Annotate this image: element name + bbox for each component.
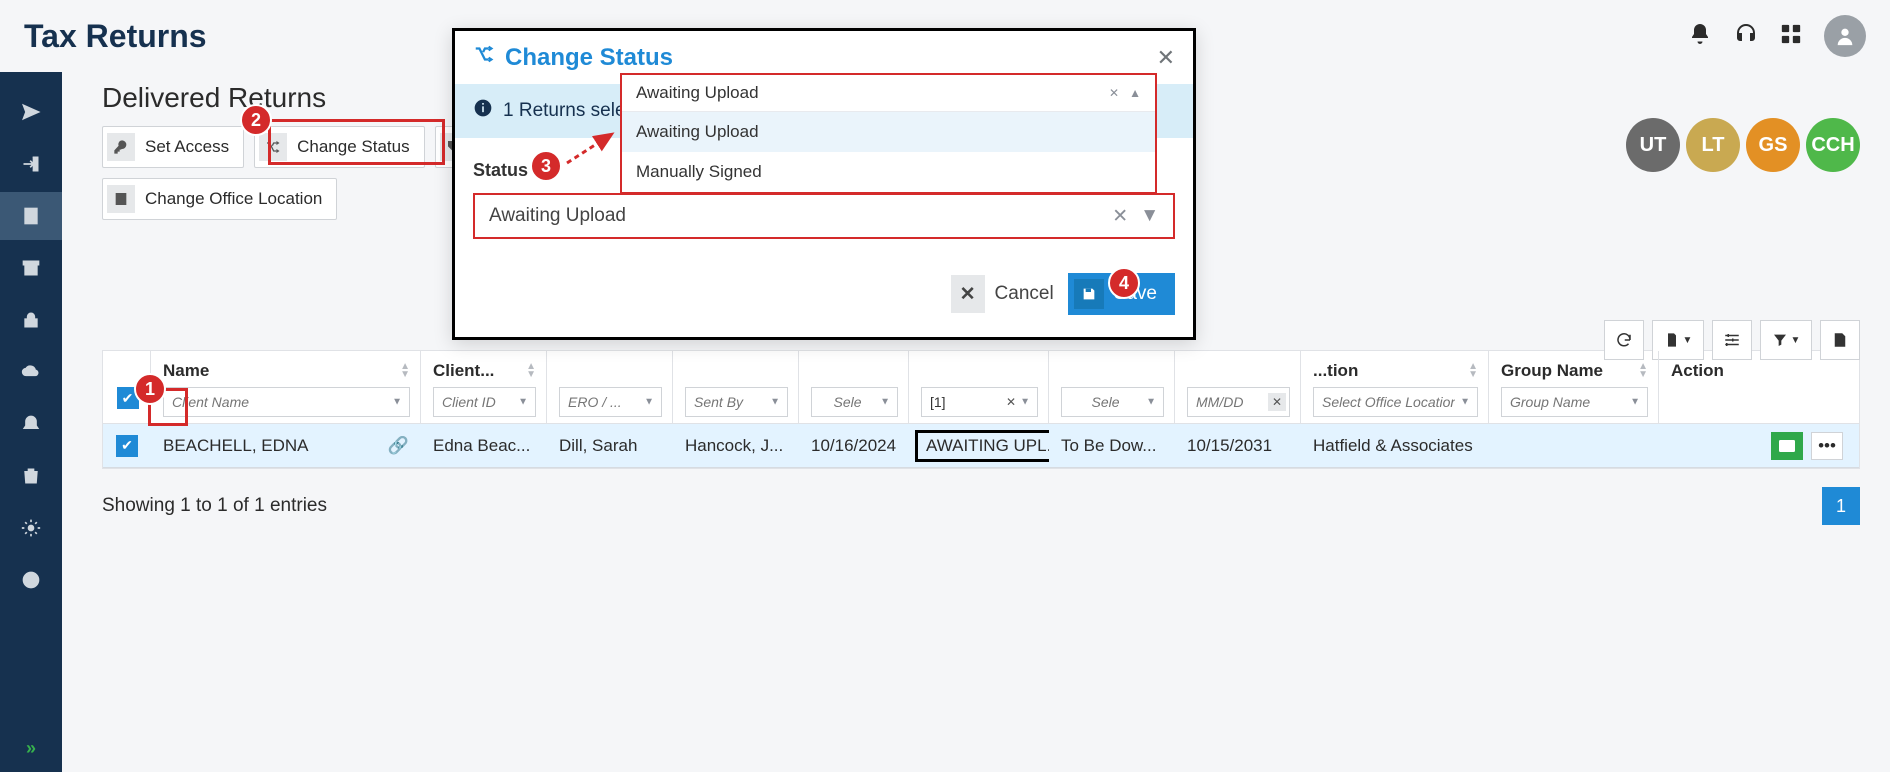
link-icon[interactable]: 🔗 <box>388 436 409 456</box>
set-access-label: Set Access <box>145 137 229 157</box>
col-name[interactable]: Name▲▼ ▼ <box>151 351 421 423</box>
rail-help-icon[interactable] <box>0 556 62 604</box>
modal-title: Change Status <box>473 43 673 72</box>
status-select[interactable]: Awaiting Upload ✕ ▼ <box>473 193 1175 239</box>
rail-lock-icon[interactable] <box>0 296 62 344</box>
change-office-label: Change Office Location <box>145 189 322 209</box>
rail-cloud-icon[interactable] <box>0 348 62 396</box>
col-group-label: Group Name <box>1501 361 1603 381</box>
rail-trash-icon[interactable] <box>0 452 62 500</box>
clear-select-icon[interactable]: ✕ <box>1112 205 1128 228</box>
rail-send-icon[interactable] <box>0 88 62 136</box>
col-office[interactable]: ...tion▲▼ ▼ <box>1301 351 1489 423</box>
avatar-ut[interactable]: UT <box>1626 118 1680 172</box>
change-status-label: Change Status <box>297 137 409 157</box>
col-group[interactable]: Group Name▲▼ ▼ <box>1489 351 1659 423</box>
rail-doc-icon[interactable] <box>0 192 62 240</box>
set-access-button[interactable]: Set Access <box>102 126 244 168</box>
info-icon <box>473 98 493 124</box>
filter-group[interactable] <box>1501 387 1648 417</box>
annotation-badge-4: 4 <box>1108 267 1140 299</box>
col-date[interactable]: ✕ <box>1175 351 1301 423</box>
col-client-label: Client... <box>433 361 494 381</box>
row-office: Hatfield & Associates <box>1301 436 1489 456</box>
avatar[interactable] <box>1824 15 1866 57</box>
x-icon: ✕ <box>951 275 985 313</box>
rail-enter-icon[interactable] <box>0 140 62 188</box>
col-action-label: Action <box>1671 361 1724 381</box>
row-card-button[interactable] <box>1771 432 1803 460</box>
avatar-gs[interactable]: GS <box>1746 118 1800 172</box>
dropdown-option[interactable]: Manually Signed <box>622 152 1155 192</box>
row-ero: Dill, Sarah <box>547 436 673 456</box>
rail-gear-icon[interactable] <box>0 504 62 552</box>
filter-office[interactable] <box>1313 387 1478 417</box>
row-actions: ••• <box>1659 432 1859 460</box>
annotation-arrow <box>562 128 622 168</box>
table-row[interactable]: ✔ BEACHELL, EDNA 🔗 Edna Beac... Dill, Sa… <box>103 424 1859 468</box>
clear-dd-icon[interactable]: ✕ <box>1109 86 1119 100</box>
row-more-button[interactable]: ••• <box>1811 432 1843 460</box>
dropdown-option[interactable]: Awaiting Upload <box>622 112 1155 152</box>
rail-expand-icon[interactable]: » <box>0 724 62 772</box>
status-selected-value: Awaiting Upload <box>489 205 626 227</box>
dropdown-search[interactable]: Awaiting Upload ✕ ▲ <box>622 75 1155 112</box>
row-date1: 10/16/2024 <box>799 436 909 456</box>
dropdown-search-text: Awaiting Upload <box>636 83 759 103</box>
change-status-button[interactable]: Change Status <box>254 126 424 168</box>
col-ero[interactable]: ▼ <box>547 351 673 423</box>
annotation-badge-3: 3 <box>530 150 562 182</box>
annotation-badge-1: 1 <box>134 373 166 405</box>
row-sentby: Hancock, J... <box>673 436 799 456</box>
building-icon <box>107 185 135 213</box>
grid-footer: Showing 1 to 1 of 1 entries 1 <box>102 487 1860 525</box>
headset-icon[interactable] <box>1734 22 1758 51</box>
annotation-badge-2: 2 <box>240 104 272 136</box>
chevron-up-icon[interactable]: ▲ <box>1129 86 1141 100</box>
user-avatars: UT LT GS CCH <box>1626 118 1860 172</box>
col-action: Action <box>1659 351 1859 423</box>
bell-icon[interactable] <box>1688 22 1712 51</box>
modal-title-text: Change Status <box>505 44 673 72</box>
save-disk-icon <box>1074 279 1104 309</box>
page-number[interactable]: 1 <box>1822 487 1860 525</box>
row-client: Edna Beac... <box>421 436 547 456</box>
avatar-lt[interactable]: LT <box>1686 118 1740 172</box>
col-tag[interactable]: ✕▼ <box>909 351 1049 423</box>
cancel-button[interactable]: ✕ Cancel <box>951 275 1054 313</box>
status-field-label: Status <box>473 160 528 181</box>
left-rail: » <box>0 72 62 772</box>
grid-header: ✔ Name▲▼ ▼ Client...▲▼ ▼ ▼ ▼ ▼ <box>103 351 1859 424</box>
data-grid: ✔ Name▲▼ ▼ Client...▲▼ ▼ ▼ ▼ ▼ <box>102 350 1860 469</box>
avatar-cch[interactable]: CCH <box>1806 118 1860 172</box>
status-dropdown: Awaiting Upload ✕ ▲ Awaiting Upload Manua… <box>620 73 1157 194</box>
footer-text: Showing 1 to 1 of 1 entries <box>102 495 327 517</box>
close-icon[interactable]: ✕ <box>1157 45 1175 71</box>
col-name-label: Name <box>163 361 209 381</box>
row-checkbox[interactable]: ✔ <box>116 435 138 457</box>
row-status: AWAITING UPL... <box>915 430 1049 462</box>
key-icon <box>107 133 135 161</box>
page-title: Tax Returns <box>24 18 207 55</box>
col-office-label: ...tion <box>1313 361 1358 381</box>
cancel-label: Cancel <box>995 283 1054 305</box>
rail-alert-icon[interactable] <box>0 400 62 448</box>
col-sentby[interactable]: ▼ <box>673 351 799 423</box>
apps-icon[interactable] <box>1780 23 1802 50</box>
row-date2: 10/15/2031 <box>1175 436 1301 456</box>
col-sel2[interactable]: ▼ <box>1049 351 1175 423</box>
shuffle-icon <box>473 43 495 72</box>
clear-date-icon[interactable]: ✕ <box>1268 393 1286 411</box>
chevron-down-icon[interactable]: ▼ <box>1140 205 1159 228</box>
rail-archive-icon[interactable] <box>0 244 62 292</box>
row-status2: To Be Dow... <box>1049 436 1175 456</box>
filter-client-name[interactable] <box>163 387 410 417</box>
row-name: BEACHELL, EDNA <box>163 436 309 456</box>
shuffle-icon <box>259 133 287 161</box>
topbar-icons <box>1688 15 1866 57</box>
col-client[interactable]: Client...▲▼ ▼ <box>421 351 547 423</box>
col-sel1[interactable]: ▼ <box>799 351 909 423</box>
clear-tag-icon[interactable]: ✕ <box>1006 395 1016 409</box>
change-office-button[interactable]: Change Office Location <box>102 178 337 220</box>
